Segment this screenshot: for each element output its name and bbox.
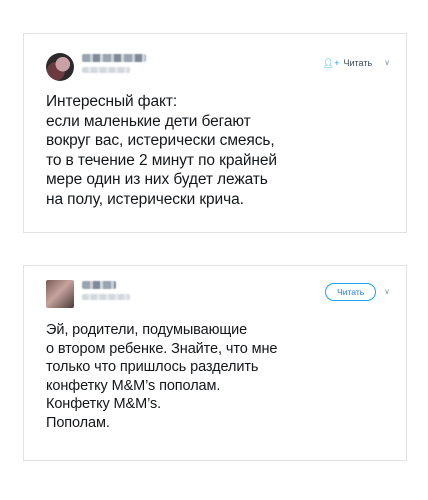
follow-label: Читать <box>343 58 373 68</box>
tweet-card: Читать ∨ Эй, родители, подумывающие о вт… <box>23 265 407 461</box>
user-name-blurred[interactable] <box>82 54 146 62</box>
follow-button[interactable]: Читать <box>325 283 377 301</box>
avatar[interactable] <box>46 53 74 81</box>
tweet-text: Эй, родители, подумывающие о втором ребе… <box>46 322 278 431</box>
user-handle-blurred <box>82 294 130 300</box>
tweet-text: Интересный факт: если маленькие дети бег… <box>46 93 277 208</box>
avatar[interactable] <box>46 280 74 308</box>
person-plus-icon: 👤︎+ <box>322 57 340 68</box>
chevron-down-icon[interactable]: ∨ <box>384 288 390 296</box>
follow-button[interactable]: 👤︎+ Читать <box>319 56 376 70</box>
user-info[interactable] <box>82 54 146 73</box>
chevron-down-icon[interactable]: ∨ <box>384 59 390 67</box>
user-handle-blurred <box>82 67 130 73</box>
follow-controls: Читать ∨ <box>325 283 390 301</box>
user-info[interactable] <box>82 281 130 300</box>
follow-label: Читать <box>337 287 365 297</box>
tweet-card: 👤︎+ Читать ∨ Интересный факт: если мален… <box>23 33 407 233</box>
user-name-blurred[interactable] <box>82 281 116 289</box>
follow-controls: 👤︎+ Читать ∨ <box>319 56 390 70</box>
